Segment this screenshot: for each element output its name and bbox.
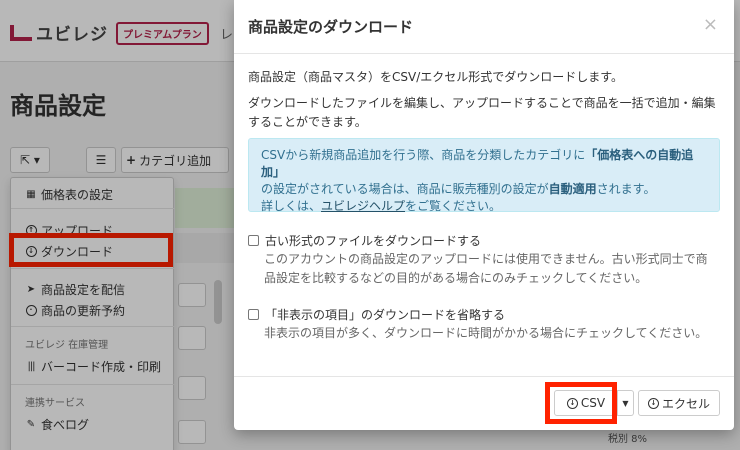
caret-down-icon: ▼ xyxy=(622,398,629,408)
modal-footer-divider xyxy=(234,376,734,377)
old-format-label: 古い形式のファイルをダウンロードする xyxy=(265,234,482,248)
csv-highlight-box xyxy=(545,382,617,424)
info-line-3: 詳しくは、ユビレジヘルプをご覧ください。 xyxy=(261,199,502,213)
skip-hidden-checkbox[interactable] xyxy=(248,309,259,320)
excel-button-label: エクセル xyxy=(661,396,710,411)
info-line-2: の設定がされている場合は、商品に販売種別の設定が自動適用されます。 xyxy=(261,182,656,196)
modal-intro-text: 商品設定（商品マスタ）をCSV/エクセル形式でダウンロードします。 xyxy=(248,70,624,84)
download-icon: ↓ xyxy=(647,397,659,409)
old-format-help-text: このアカウントの商品設定のアップロードには使用できません。古い形式同士で商品設定… xyxy=(264,252,708,285)
modal-edit-note: ダウンロードしたファイルを編集し、アップロードすることで商品を一括で追加・編集す… xyxy=(248,96,716,129)
close-icon[interactable]: × xyxy=(703,14,718,35)
excel-download-button[interactable]: ↓ エクセル xyxy=(638,390,720,416)
csv-options-caret[interactable]: ▼ xyxy=(618,390,634,416)
info-line-1: CSVから新規商品追加を行う際、商品を分類したカテゴリに「価格表への自動追加」 xyxy=(261,148,694,179)
option-skip-hidden[interactable]: 「非表示の項目」のダウンロードを省略する xyxy=(248,306,505,323)
skip-hidden-help-text: 非表示の項目が多く、ダウンロードに時間がかかる場合にチェックしてください。 xyxy=(264,326,708,340)
old-format-checkbox[interactable] xyxy=(248,235,259,246)
modal-title: 商品設定のダウンロード xyxy=(248,18,414,36)
help-link[interactable]: ユビレジヘルプ xyxy=(321,199,405,213)
option-old-format[interactable]: 古い形式のファイルをダウンロードする xyxy=(248,232,481,249)
modal-header: 商品設定のダウンロード × xyxy=(234,0,734,54)
info-alert: CSVから新規商品追加を行う際、商品を分類したカテゴリに「価格表への自動追加」 … xyxy=(248,138,720,213)
skip-hidden-label: 「非表示の項目」のダウンロードを省略する xyxy=(265,308,506,322)
download-modal: 商品設定のダウンロード × 商品設定（商品マスタ）をCSV/エクセル形式でダウン… xyxy=(234,0,734,430)
